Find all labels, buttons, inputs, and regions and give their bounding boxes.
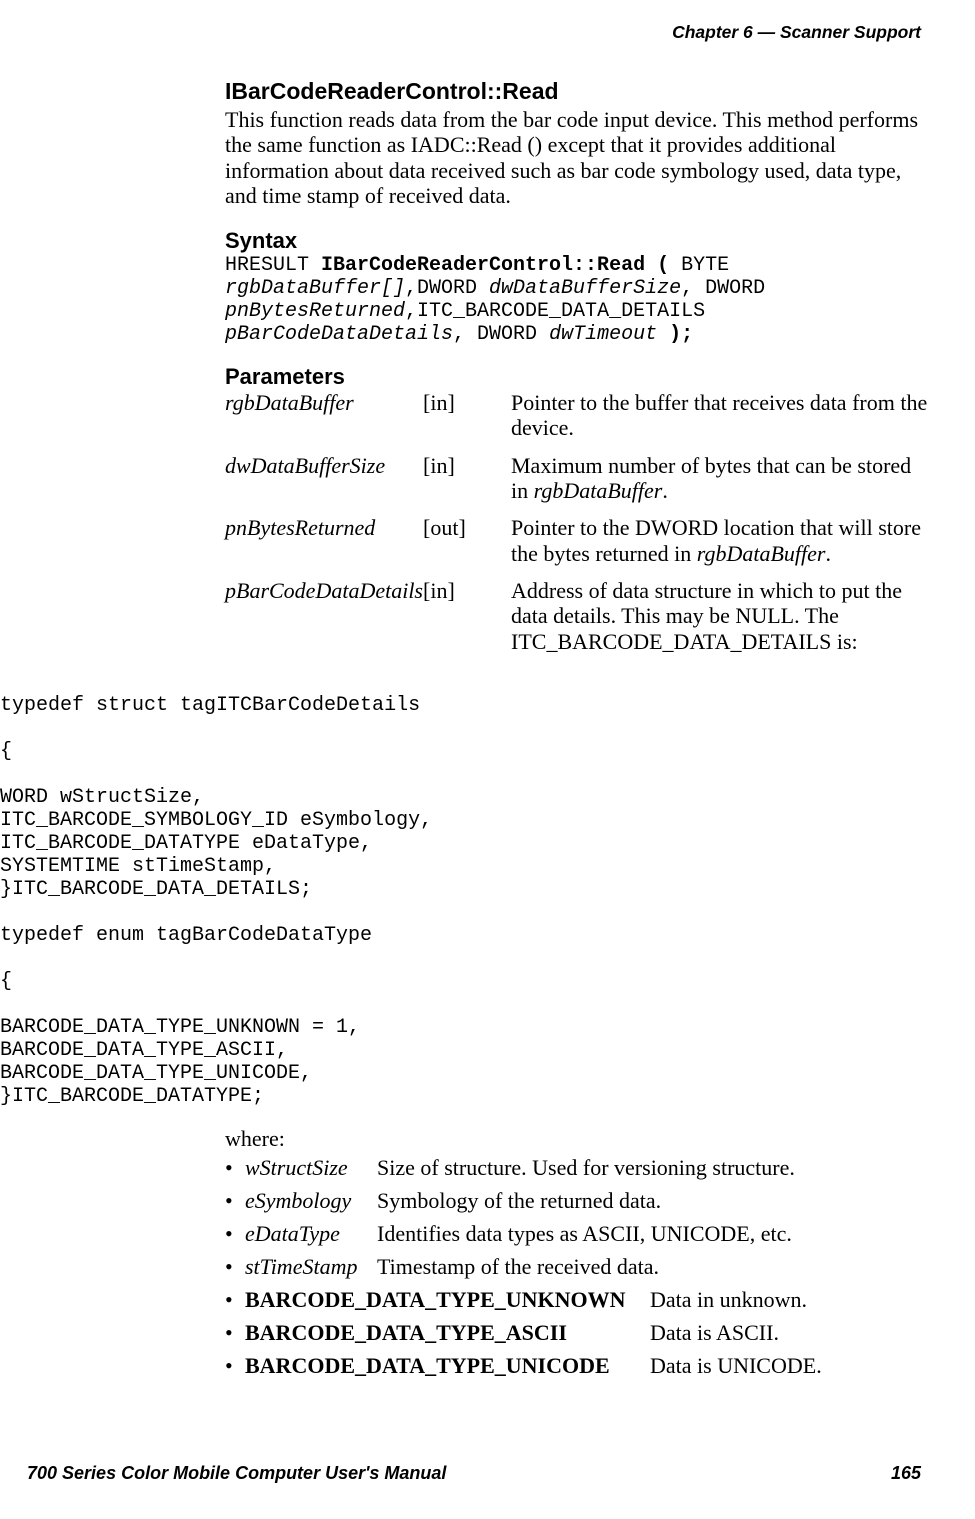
- main-content: IBarCodeReaderControl::Read This functio…: [225, 78, 925, 666]
- footer-manual-name: 700 Series Color Mobile Computer User's …: [27, 1463, 446, 1483]
- syntax-param: dwTimeout: [549, 323, 657, 346]
- parameters-table: rgbDataBuffer [in] Pointer to the buffer…: [225, 390, 930, 666]
- param-dir: [in]: [423, 453, 511, 516]
- syntax-block: HRESULT IBarCodeReaderControl::Read ( BY…: [225, 254, 925, 346]
- param-name: rgbDataBuffer: [225, 390, 423, 453]
- page-footer: 700 Series Color Mobile Computer User's …: [27, 1463, 921, 1484]
- param-dir: [in]: [423, 390, 511, 453]
- definition-list: wStructSizeSize of structure. Used for v…: [225, 1155, 930, 1379]
- syntax-param: pnBytesReturned: [225, 300, 405, 323]
- param-name: dwDataBufferSize: [225, 453, 423, 516]
- where-heading: where:: [225, 1126, 930, 1152]
- enum-term: BARCODE_DATA_TYPE_UNICODE: [245, 1353, 650, 1379]
- syntax-text: , DWORD: [681, 277, 765, 300]
- param-name: pBarCodeDataDetails: [225, 578, 423, 666]
- param-name: pnBytesReturned: [225, 515, 423, 578]
- code-text: typedef struct tagITCBarCodeDetails { WO…: [0, 694, 432, 1108]
- syntax-heading: Syntax: [225, 228, 925, 254]
- def-term: eSymbology: [245, 1188, 377, 1214]
- syntax-text: ,DWORD: [405, 277, 489, 300]
- syntax-text: BYTE: [669, 254, 729, 277]
- intro-paragraph: This function reads data from the bar co…: [225, 107, 925, 208]
- table-row: rgbDataBuffer [in] Pointer to the buffer…: [225, 390, 930, 453]
- param-desc-em: rgbDataBuffer: [534, 478, 663, 503]
- code-block: typedef struct tagITCBarCodeDetails { WO…: [0, 694, 920, 1108]
- def-term: eDataType: [245, 1221, 377, 1247]
- list-item: BARCODE_DATA_TYPE_ASCIIData is ASCII.: [225, 1320, 930, 1346]
- list-item: BARCODE_DATA_TYPE_UNICODEData is UNICODE…: [225, 1353, 930, 1379]
- where-block: where: wStructSizeSize of structure. Use…: [225, 1126, 930, 1386]
- param-desc: Address of data structure in which to pu…: [511, 578, 930, 666]
- def-term: stTimeStamp: [245, 1254, 377, 1280]
- page-header: Chapter 6 — Scanner Support: [672, 22, 921, 43]
- def-desc: Timestamp of the received data.: [377, 1254, 659, 1279]
- table-row: dwDataBufferSize [in] Maximum number of …: [225, 453, 930, 516]
- syntax-text: );: [657, 323, 693, 346]
- syntax-text: ,ITC_BARCODE_DATA_DETAILS: [405, 300, 705, 323]
- param-desc-em: rgbDataBuffer: [697, 541, 826, 566]
- syntax-param: dwDataBufferSize: [489, 277, 681, 300]
- param-desc-text: .: [662, 478, 668, 503]
- param-desc: Pointer to the DWORD location that will …: [511, 515, 930, 578]
- section-title: IBarCodeReaderControl::Read: [225, 78, 925, 105]
- def-desc: Size of structure. Used for versioning s…: [377, 1155, 795, 1180]
- list-item: stTimeStampTimestamp of the received dat…: [225, 1254, 930, 1280]
- param-desc: Pointer to the buffer that receives data…: [511, 390, 930, 453]
- syntax-text: HRESULT: [225, 254, 321, 277]
- list-item: eDataTypeIdentifies data types as ASCII,…: [225, 1221, 930, 1247]
- chapter-label: Chapter 6 — Scanner Support: [672, 22, 921, 42]
- syntax-param: pBarCodeDataDetails: [225, 323, 453, 346]
- enum-term: BARCODE_DATA_TYPE_UNKNOWN: [245, 1287, 650, 1313]
- syntax-param: rgbDataBuffer[]: [225, 277, 405, 300]
- page-number: 165: [891, 1463, 921, 1484]
- table-row: pnBytesReturned [out] Pointer to the DWO…: [225, 515, 930, 578]
- parameters-heading: Parameters: [225, 364, 925, 390]
- enum-desc: Data is UNICODE.: [650, 1353, 822, 1378]
- enum-term: BARCODE_DATA_TYPE_ASCII: [245, 1320, 650, 1346]
- enum-desc: Data in unknown.: [650, 1287, 807, 1312]
- param-desc: Maximum number of bytes that can be stor…: [511, 453, 930, 516]
- list-item: BARCODE_DATA_TYPE_UNKNOWNData in unknown…: [225, 1287, 930, 1313]
- param-dir: [out]: [423, 515, 511, 578]
- def-term: wStructSize: [245, 1155, 377, 1181]
- def-desc: Symbology of the returned data.: [377, 1188, 661, 1213]
- param-dir: [in]: [423, 578, 511, 666]
- list-item: wStructSizeSize of structure. Used for v…: [225, 1155, 930, 1181]
- def-desc: Identifies data types as ASCII, UNICODE,…: [377, 1221, 792, 1246]
- syntax-text: , DWORD: [453, 323, 549, 346]
- enum-desc: Data is ASCII.: [650, 1320, 779, 1345]
- table-row: pBarCodeDataDetails [in] Address of data…: [225, 578, 930, 666]
- list-item: eSymbologySymbology of the returned data…: [225, 1188, 930, 1214]
- param-desc-text: .: [825, 541, 831, 566]
- syntax-fn: IBarCodeReaderControl::Read (: [321, 254, 669, 277]
